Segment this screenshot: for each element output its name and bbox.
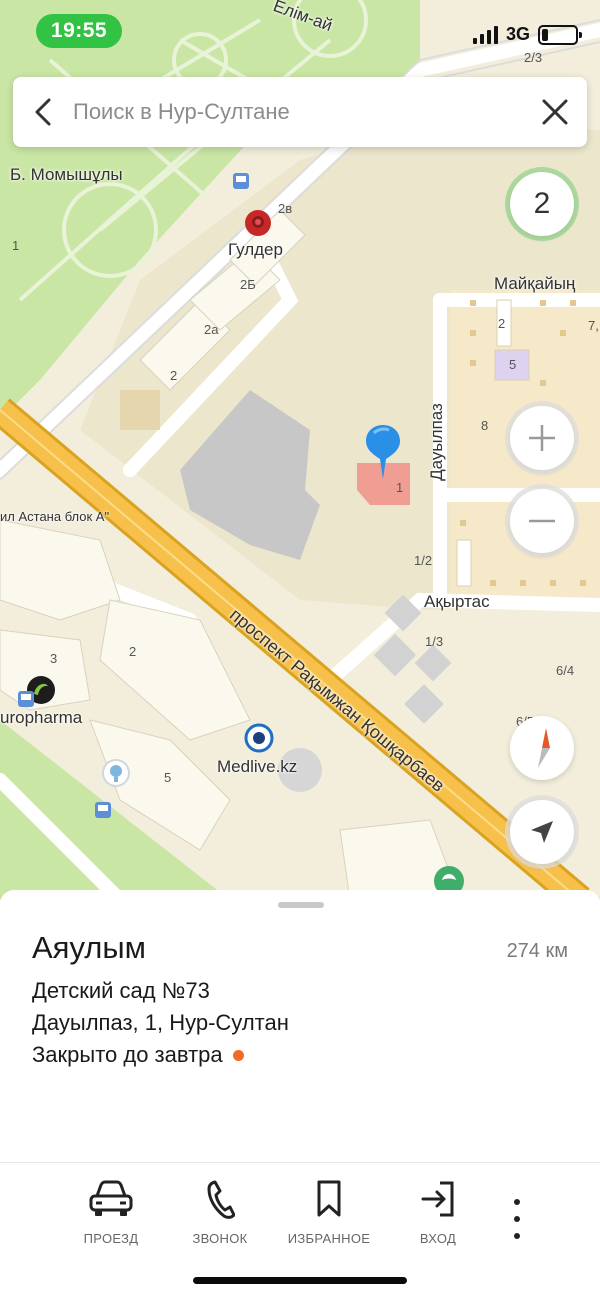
street-label-maikaiyn: Майқайың bbox=[494, 274, 576, 293]
traffic-level: 2 bbox=[533, 187, 551, 220]
compass-button[interactable] bbox=[510, 716, 574, 780]
more-options-button[interactable] bbox=[505, 1199, 529, 1239]
signal-icon bbox=[472, 25, 498, 44]
house-number: 5 bbox=[509, 357, 517, 372]
house-number: 2а bbox=[204, 322, 219, 337]
house-number: 1/3 bbox=[425, 634, 444, 649]
house-number: 2 bbox=[129, 644, 137, 659]
place-address: Дауылпаз, 1, Нур-Султан bbox=[32, 1010, 289, 1035]
house-number: 8 bbox=[481, 418, 489, 433]
poi-label-gulder[interactable]: Гулдер bbox=[228, 240, 283, 260]
status-time: 19:55 bbox=[36, 14, 122, 48]
house-number: 3 bbox=[50, 651, 58, 666]
phone-icon bbox=[207, 1180, 235, 1219]
place-hours: Закрыто до завтра bbox=[32, 1042, 244, 1068]
house-number: 2Б bbox=[240, 277, 256, 292]
entrance-label: ВХОД bbox=[419, 1231, 457, 1246]
place-category: Детский сад №73 bbox=[32, 978, 210, 1003]
school-poi-icon[interactable] bbox=[101, 758, 131, 788]
house-number: 6/4 bbox=[556, 663, 575, 678]
entrance-icon bbox=[421, 1181, 454, 1217]
place-distance: 274 км bbox=[506, 940, 568, 962]
clear-search-button[interactable] bbox=[523, 77, 587, 147]
zoom-in-button[interactable] bbox=[510, 406, 574, 470]
building-label-astana: ил Астана блок А" bbox=[0, 509, 110, 524]
back-button[interactable] bbox=[13, 77, 73, 147]
call-label: ЗВОНОК bbox=[192, 1231, 248, 1246]
house-number: 7, bbox=[588, 318, 599, 333]
house-number: 2/3 bbox=[524, 50, 543, 65]
home-indicator[interactable] bbox=[193, 1277, 407, 1284]
selected-place-pin-icon[interactable] bbox=[364, 423, 402, 481]
poi-label-medlive[interactable]: Medlive.kz bbox=[217, 757, 297, 777]
flower-shop-icon[interactable] bbox=[243, 208, 273, 238]
network-type: 3G bbox=[505, 24, 530, 44]
street-label-akyrtas: Ақыртас bbox=[424, 592, 490, 611]
car-icon bbox=[89, 1180, 133, 1216]
medical-poi-icon[interactable] bbox=[244, 723, 274, 753]
house-number: 1 bbox=[396, 480, 404, 495]
sheet-drag-handle[interactable] bbox=[278, 902, 324, 908]
house-number: 2 bbox=[170, 368, 178, 383]
traffic-level-button[interactable]: 2 bbox=[510, 172, 574, 236]
entrance-button[interactable]: ВХОД bbox=[383, 1179, 493, 1246]
street-label-momyshuly: Б. Момышұлы bbox=[10, 165, 123, 184]
street-label-dauylpaz: Дауылпаз bbox=[426, 403, 446, 481]
hours-status-text: Закрыто до завтра bbox=[32, 1042, 223, 1067]
bus-stop-icon bbox=[233, 173, 249, 189]
place-card[interactable]: Аяулым 274 км Детский сад №73 Дауылпаз, … bbox=[0, 890, 600, 1298]
search-input[interactable] bbox=[73, 99, 523, 125]
search-bar bbox=[13, 77, 587, 147]
my-location-button[interactable] bbox=[510, 800, 574, 864]
house-number: 1 bbox=[12, 238, 20, 253]
plus-icon bbox=[529, 425, 555, 451]
zoom-out-button[interactable] bbox=[510, 489, 574, 553]
compass-icon bbox=[538, 728, 550, 768]
minus-icon bbox=[529, 519, 555, 523]
route-button[interactable]: ПРОЕЗД bbox=[56, 1179, 166, 1246]
map-view[interactable]: Елім-ай Б. Момышұлы Майқайың Дауылпаз Ақ… bbox=[0, 0, 600, 900]
back-arrow-icon bbox=[35, 98, 51, 126]
more-dot bbox=[514, 1199, 520, 1205]
house-number: 1/2 bbox=[414, 553, 433, 568]
bookmark-icon bbox=[317, 1180, 341, 1217]
favorite-label: ИЗБРАННОЕ bbox=[287, 1231, 371, 1246]
status-indicators: 3G bbox=[472, 24, 582, 45]
house-number: 2в bbox=[278, 201, 293, 216]
closed-status-dot bbox=[232, 1049, 244, 1061]
battery-icon bbox=[538, 24, 582, 45]
bus-stop-icon bbox=[95, 802, 111, 818]
house-number: 5 bbox=[164, 770, 172, 785]
action-bar: ПРОЕЗД ЗВОНОК ИЗБРАННОЕ ВХОД bbox=[0, 1162, 600, 1272]
place-name: Аяулым bbox=[32, 930, 146, 965]
more-dot bbox=[514, 1233, 520, 1239]
poi-label-europharma[interactable]: uropharma bbox=[0, 708, 82, 728]
house-number: 2 bbox=[498, 316, 506, 331]
close-icon bbox=[542, 99, 568, 125]
bus-stop-icon bbox=[18, 691, 34, 707]
more-dot bbox=[514, 1216, 520, 1222]
favorite-button[interactable]: ИЗБРАННОЕ bbox=[274, 1179, 384, 1246]
call-button[interactable]: ЗВОНОК bbox=[165, 1179, 275, 1246]
location-arrow-icon bbox=[531, 821, 553, 843]
route-label: ПРОЕЗД bbox=[83, 1231, 139, 1246]
